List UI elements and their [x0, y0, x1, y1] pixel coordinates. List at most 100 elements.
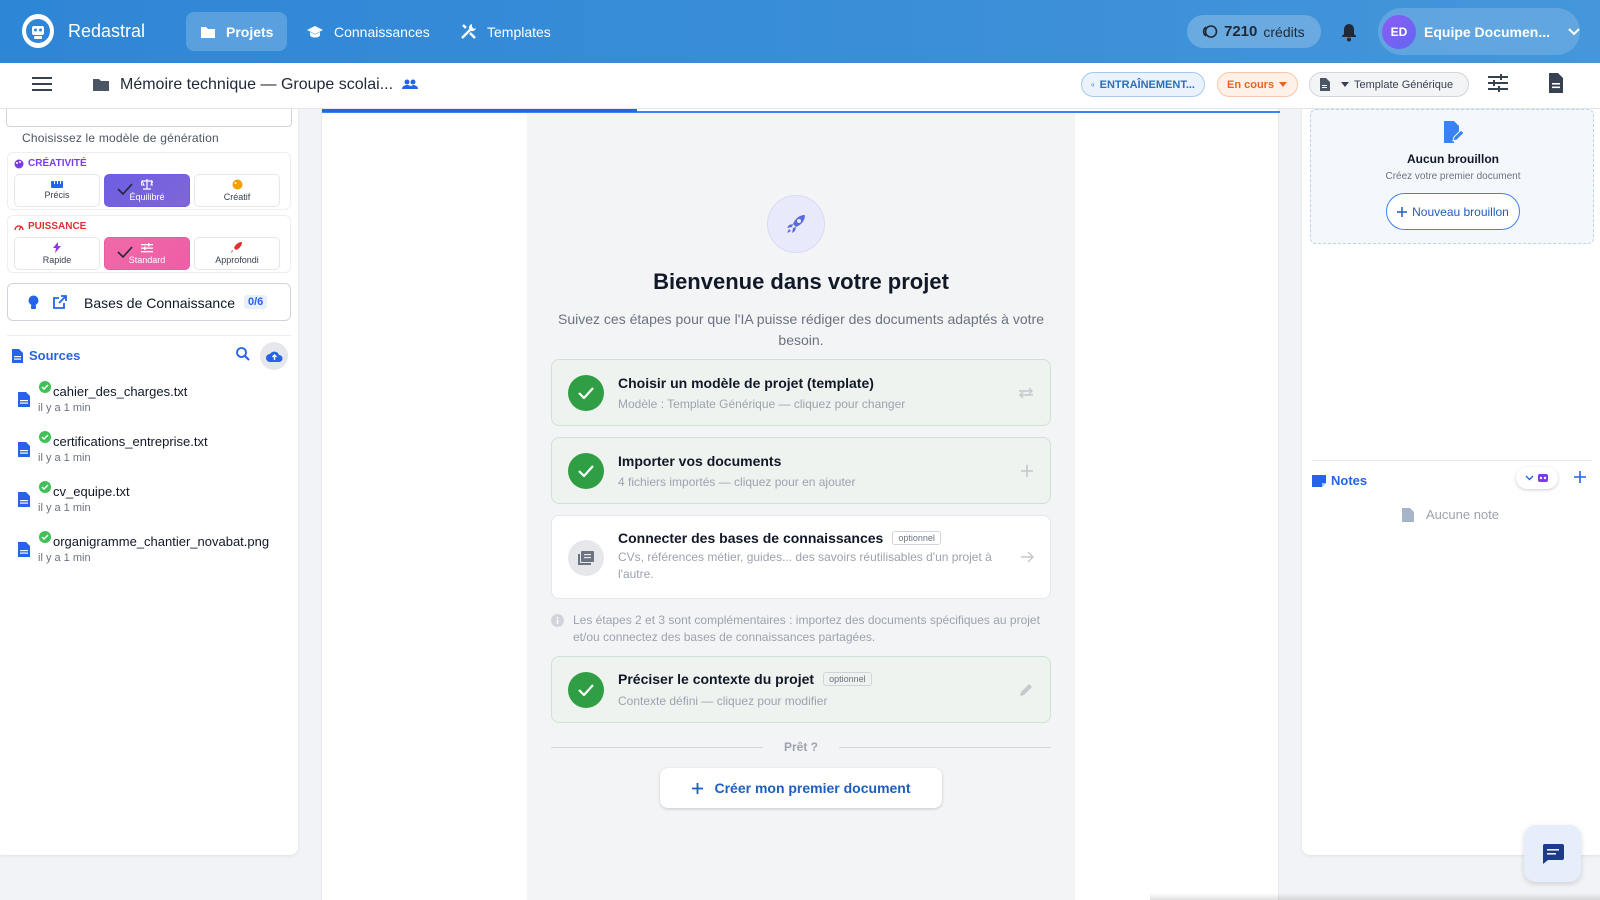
note-icon — [1312, 474, 1326, 487]
notes-filter-control[interactable] — [1516, 467, 1558, 489]
sources-search-button[interactable] — [236, 347, 250, 361]
create-first-document-button[interactable]: Créer mon premier document — [660, 768, 942, 808]
optional-tag: optionnel — [892, 531, 941, 545]
welcome-title: Bienvenue dans votre projet — [653, 269, 949, 294]
check-icon — [117, 183, 133, 195]
model-label: Choisissez le modèle de génération — [22, 131, 219, 145]
drafts-empty-title: Aucun brouillon — [1407, 152, 1499, 166]
left-sidebar: Choisissez le modèle de génération CRÉAT… — [0, 109, 298, 855]
plus-icon — [1021, 465, 1033, 477]
menu-toggle-button[interactable] — [32, 76, 52, 92]
nav-templates[interactable]: Templates — [446, 12, 565, 51]
pencil-icon — [1020, 684, 1032, 696]
kb-label: Bases de Connaissance — [84, 295, 235, 311]
file-time: il y a 1 min — [38, 452, 91, 464]
gauge-icon — [14, 224, 24, 230]
knowledge-bases-button[interactable]: Bases de Connaissance 0/6 — [7, 283, 291, 321]
folder-icon — [93, 79, 109, 91]
credits-value: 7210 — [1224, 23, 1258, 40]
sources-heading: Sources — [29, 348, 81, 363]
caret-down-icon — [1279, 82, 1288, 87]
chat-assistant-button[interactable] — [1524, 825, 1581, 882]
file-time: il y a 1 min — [38, 552, 91, 564]
file-time: il y a 1 min — [38, 502, 91, 514]
add-note-button[interactable] — [1574, 471, 1586, 483]
step-import-documents[interactable]: Importer vos documents 4 fichiers import… — [551, 437, 1051, 504]
project-title[interactable]: Mémoire technique — Groupe scolai... — [120, 76, 393, 94]
shared-users-button[interactable] — [402, 79, 418, 90]
check-circle-icon — [39, 381, 51, 393]
document-panel-button[interactable] — [1548, 73, 1564, 93]
plus-icon — [692, 782, 704, 794]
ready-label: Prêt ? — [783, 740, 818, 754]
tools-icon — [461, 24, 476, 39]
power-option-standard[interactable]: Standard — [104, 237, 190, 270]
edit-icon-wrap — [1018, 682, 1034, 698]
welcome-subtitle: Suivez ces étapes pour que l'IA puisse r… — [558, 311, 1044, 348]
notifications-button[interactable] — [1340, 22, 1358, 42]
hamburger-icon — [32, 77, 52, 91]
credits-badge[interactable]: 7210 crédits — [1187, 15, 1321, 48]
option-label: Créatif — [223, 192, 251, 202]
arrow-right-icon — [1021, 551, 1034, 563]
power-heading-wrap: PUISSANCE — [14, 221, 86, 232]
balance-scale-icon — [141, 179, 153, 190]
ready-divider: Prêt ? — [551, 740, 1051, 754]
add-icon-wrap — [1020, 464, 1034, 478]
caret-down-icon — [1341, 82, 1349, 87]
no-note-text: Aucune note — [1426, 507, 1500, 522]
creativity-option-precis[interactable]: Précis — [14, 174, 100, 207]
lightning-icon — [53, 242, 61, 253]
creativity-heading: CRÉATIVITÉ — [28, 158, 87, 169]
nav-connaissances[interactable]: Connaissances — [292, 12, 444, 51]
check-icon — [578, 684, 594, 696]
project-status-dropdown[interactable]: En cours — [1217, 72, 1298, 97]
source-file-item[interactable]: organigramme_chantier_novabat.png il y a… — [18, 531, 288, 571]
main-editor-area: Bienvenue dans votre projet Suivez ces é… — [321, 109, 1280, 900]
step-choose-template[interactable]: Choisir un modèle de projet (template) M… — [551, 359, 1051, 426]
settings-tune-button[interactable] — [1488, 74, 1508, 92]
redastral-logo[interactable] — [22, 14, 54, 48]
project-toolbar: Mémoire technique — Groupe scolai... ENT… — [0, 63, 1600, 109]
creativity-option-creatif[interactable]: Créatif — [194, 174, 280, 207]
source-file-item[interactable]: cahier_des_charges.txt il y a 1 min — [18, 381, 288, 421]
step-title-text: Importer vos documents — [618, 453, 782, 469]
file-icon — [18, 442, 30, 457]
rocket-icon — [231, 242, 242, 253]
option-label: Standard — [128, 254, 166, 265]
creativity-option-equilibre[interactable]: Équilibré — [104, 174, 190, 207]
step-connect-knowledge[interactable]: Connecter des bases de connaissances opt… — [551, 515, 1051, 599]
note-icon — [1402, 507, 1414, 522]
folder-icon — [201, 26, 215, 38]
sources-upload-button[interactable] — [260, 342, 288, 370]
brand-name: Redastral — [68, 21, 146, 41]
new-draft-button[interactable]: Nouveau brouillon — [1386, 193, 1520, 230]
palette-icon — [14, 159, 24, 168]
input-box-edge[interactable] — [6, 109, 292, 127]
step-project-context[interactable]: Préciser le contexte du projet optionnel… — [551, 656, 1051, 723]
file-name: certifications_entreprise.txt — [53, 434, 208, 449]
rocket-badge — [767, 195, 825, 253]
optional-tag: optionnel — [823, 672, 872, 686]
swap-icon-wrap — [1018, 387, 1034, 399]
step-title-text: Choisir un modèle de projet (template) — [618, 375, 874, 391]
user-menu[interactable]: ED Equipe Documen... — [1378, 8, 1580, 55]
source-file-item[interactable]: certifications_entreprise.txt il y a 1 m… — [18, 431, 288, 471]
source-file-item[interactable]: cv_equipe.txt il y a 1 min — [18, 481, 288, 521]
option-label: Équilibré — [129, 192, 165, 202]
kb-count-badge: 0/6 — [244, 295, 268, 309]
power-option-rapide[interactable]: Rapide — [14, 237, 100, 270]
cta-label: Créer mon premier document — [714, 780, 911, 796]
sources-heading-wrap: Sources — [12, 348, 80, 363]
lightbulb-icon — [28, 295, 39, 309]
file-name: organigramme_chantier_novabat.png — [53, 534, 270, 549]
ruler-icon — [51, 181, 63, 188]
search-icon — [236, 347, 250, 361]
power-option-approfondi[interactable]: Approfondi — [194, 237, 280, 270]
template-selector[interactable]: Template Générique — [1309, 72, 1469, 97]
training-status-button[interactable]: ENTRAÎNEMENT... — [1081, 72, 1205, 97]
bottom-edge-shadow — [1150, 893, 1600, 900]
step-description: Modèle : Template Générique — cliquez po… — [618, 397, 906, 411]
check-icon — [578, 387, 594, 399]
nav-projets[interactable]: Projets — [186, 12, 288, 51]
